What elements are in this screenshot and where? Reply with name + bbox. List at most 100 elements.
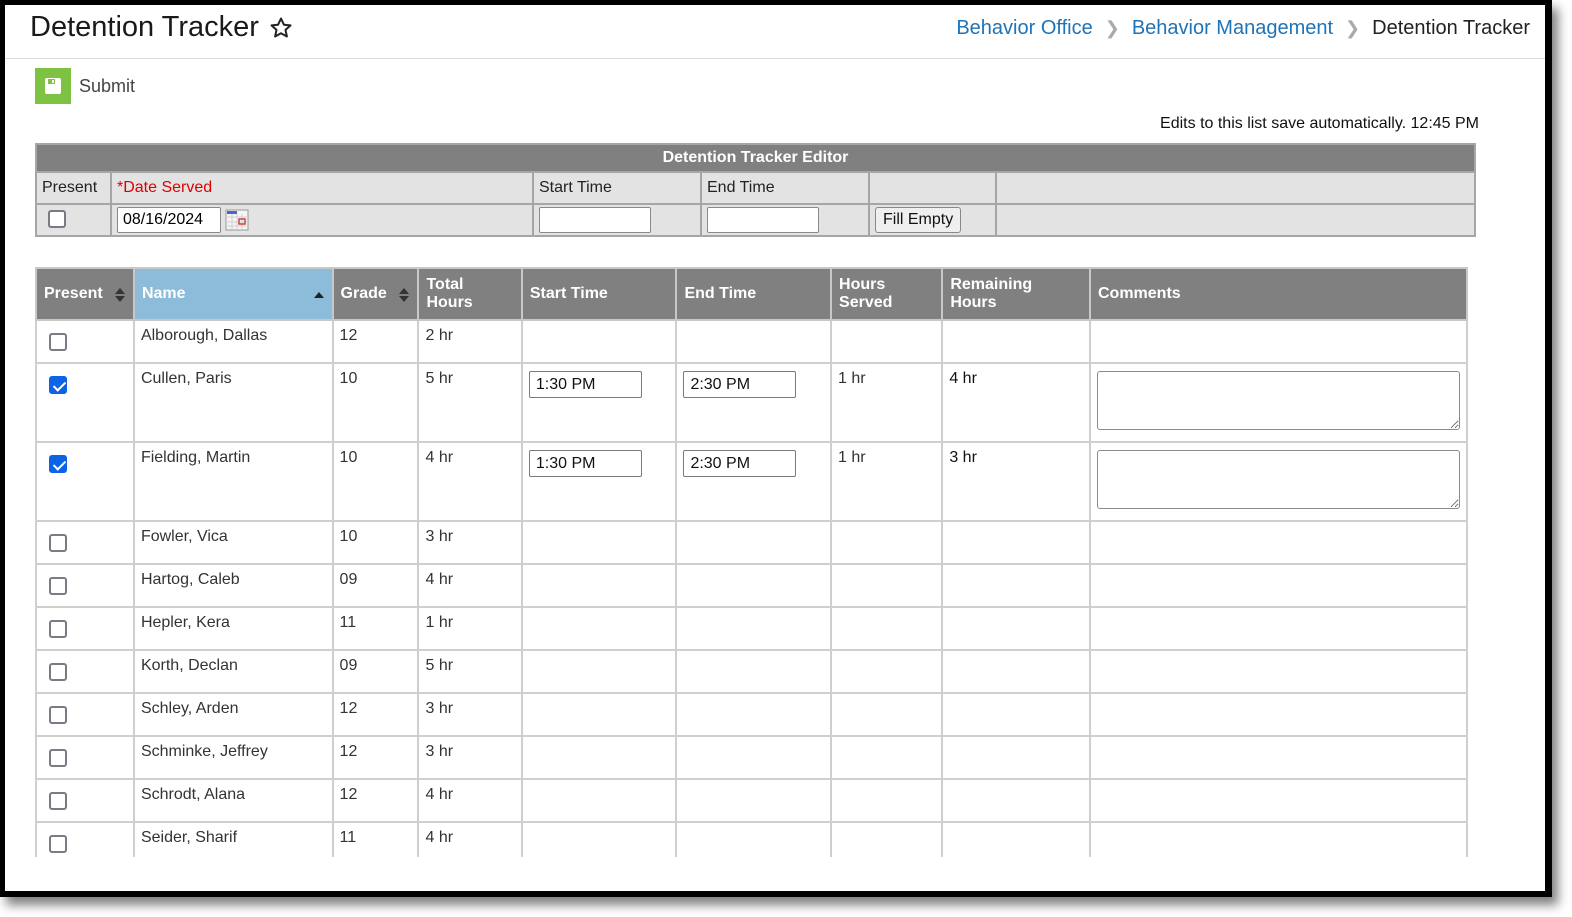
end-time-cell: [675, 563, 833, 608]
name-cell: Cullen, Paris: [132, 362, 334, 443]
present-checkbox[interactable]: [49, 792, 67, 810]
hours-served-cell: [830, 520, 944, 565]
remaining-hours-cell: [941, 735, 1091, 780]
remaining-hours-cell: [941, 778, 1091, 823]
grade-cell: 12: [331, 735, 420, 780]
present-checkbox[interactable]: [49, 663, 67, 681]
present-checkbox[interactable]: [49, 455, 67, 473]
student-name: Hartog, Caleb: [140, 571, 240, 588]
grade-cell: 11: [331, 821, 420, 857]
student-name: Schrodt, Alana: [140, 786, 246, 803]
column-header-end-time: End Time: [675, 267, 833, 321]
total-hours-value: 4 hr: [425, 449, 454, 466]
column-header-present[interactable]: Present: [35, 267, 135, 321]
total-hours-cell: 5 hr: [417, 362, 523, 443]
table-row: Alborough, Dallas 12 2 hr: [35, 319, 1468, 364]
grade-cell: 10: [331, 520, 420, 565]
column-header-name[interactable]: Name: [132, 267, 334, 321]
end-time-cell: [675, 319, 833, 364]
total-hours-value: 3 hr: [425, 700, 454, 717]
start-time-cell: [520, 319, 678, 364]
comments-cell: [1089, 319, 1468, 364]
present-checkbox[interactable]: [49, 620, 67, 638]
name-cell: Korth, Declan: [132, 649, 334, 694]
total-hours-cell: 5 hr: [417, 649, 523, 694]
total-hours-cell: 3 hr: [417, 692, 523, 737]
end-time-cell: [675, 520, 833, 565]
table-row: Schminke, Jeffrey 12 3 hr: [35, 735, 1468, 780]
table-row: Hepler, Kera 11 1 hr: [35, 606, 1468, 651]
present-cell: [35, 362, 135, 443]
table-row: Korth, Declan 09 5 hr: [35, 649, 1468, 694]
end-time-input[interactable]: [683, 371, 797, 398]
start-time-input[interactable]: [528, 450, 642, 477]
grade-value: 09: [339, 571, 358, 588]
name-cell: Hartog, Caleb: [132, 563, 334, 608]
table-row: Fowler, Vica 10 3 hr: [35, 520, 1468, 565]
present-cell: [35, 735, 135, 780]
student-name: Schley, Arden: [140, 700, 239, 717]
grade-cell: 09: [331, 649, 420, 694]
app-window: Detention Tracker Behavior Office ❯ Beha…: [0, 0, 1552, 897]
present-checkbox[interactable]: [49, 749, 67, 767]
sort-both-icon: [114, 288, 125, 302]
name-cell: Schley, Arden: [132, 692, 334, 737]
column-header-grade[interactable]: Grade: [331, 267, 420, 321]
grade-cell: 12: [331, 778, 420, 823]
total-hours-cell: 1 hr: [417, 606, 523, 651]
comments-textarea[interactable]: [1097, 371, 1460, 430]
grade-cell: 10: [331, 441, 420, 522]
present-checkbox[interactable]: [49, 706, 67, 724]
grade-value: 12: [339, 743, 358, 760]
present-checkbox[interactable]: [49, 376, 67, 394]
end-time-input[interactable]: [683, 450, 797, 477]
comments-cell: [1089, 563, 1468, 608]
comments-cell: [1089, 649, 1468, 694]
student-name: Cullen, Paris: [140, 370, 232, 387]
student-name: Fowler, Vica: [140, 528, 228, 545]
start-time-cell: [520, 821, 678, 857]
grade-value: 10: [339, 528, 358, 545]
grade-value: 12: [339, 786, 358, 803]
start-time-input[interactable]: [528, 371, 642, 398]
present-cell: [35, 441, 135, 522]
hours-served-value: 1 hr: [838, 370, 866, 387]
remaining-hours-cell: [941, 563, 1091, 608]
start-time-cell: [520, 735, 678, 780]
grade-cell: 12: [331, 692, 420, 737]
start-time-cell: [520, 520, 678, 565]
remaining-hours-cell: 3 hr: [941, 441, 1091, 522]
total-hours-value: 1 hr: [425, 614, 454, 631]
end-time-cell: [675, 821, 833, 857]
present-cell: [35, 649, 135, 694]
hours-served-cell: [830, 649, 944, 694]
total-hours-value: 5 hr: [425, 370, 454, 387]
start-time-cell: [520, 692, 678, 737]
total-hours-cell: 3 hr: [417, 735, 523, 780]
name-cell: Hepler, Kera: [132, 606, 334, 651]
comments-cell: [1089, 692, 1468, 737]
comments-cell: [1089, 778, 1468, 823]
comments-textarea[interactable]: [1097, 450, 1460, 509]
name-cell: Fowler, Vica: [132, 520, 334, 565]
present-checkbox[interactable]: [49, 835, 67, 853]
column-header-comments: Comments: [1089, 267, 1468, 321]
table-row: Schrodt, Alana 12 4 hr: [35, 778, 1468, 823]
comments-cell: [1089, 735, 1468, 780]
name-cell: Schminke, Jeffrey: [132, 735, 334, 780]
present-checkbox[interactable]: [49, 534, 67, 552]
total-hours-cell: 4 hr: [417, 563, 523, 608]
column-header-remaining-hours: Remaining Hours: [941, 267, 1091, 321]
present-cell: [35, 606, 135, 651]
present-checkbox[interactable]: [49, 333, 67, 351]
comments-cell: [1089, 362, 1468, 443]
hours-served-value: 1 hr: [838, 449, 866, 466]
remaining-hours-cell: [941, 520, 1091, 565]
total-hours-value: 4 hr: [425, 786, 454, 803]
remaining-hours-cell: [941, 692, 1091, 737]
present-checkbox[interactable]: [49, 577, 67, 595]
grade-cell: 09: [331, 563, 420, 608]
student-name: Korth, Declan: [140, 657, 238, 674]
end-time-cell: [675, 735, 833, 780]
start-time-cell: [520, 649, 678, 694]
